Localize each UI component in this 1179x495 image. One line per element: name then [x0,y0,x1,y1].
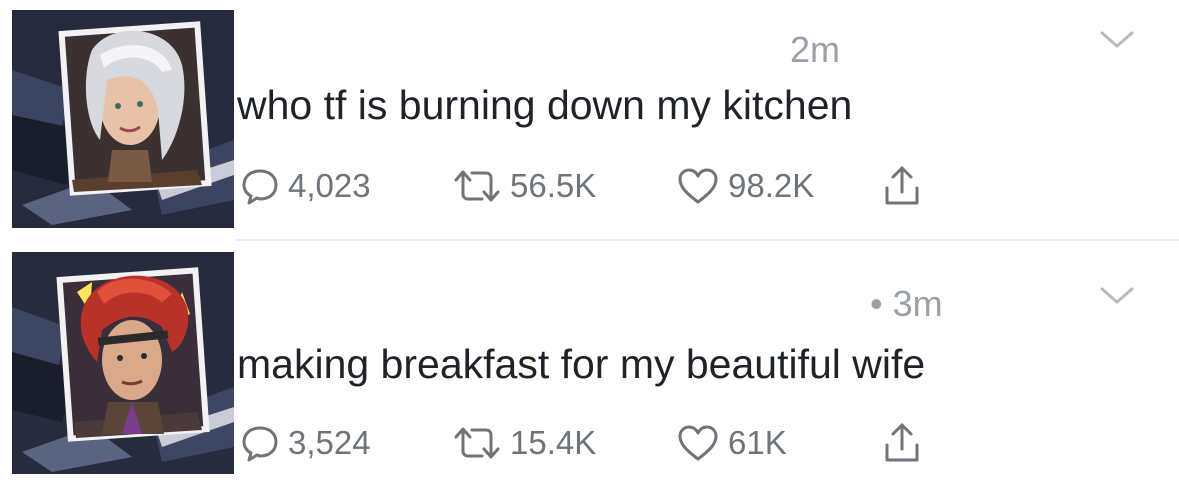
reply-icon [240,423,280,463]
heart-icon [676,423,720,463]
share-icon [882,164,922,208]
tweet-actions: 4,023 56.5K 98.2K [240,161,960,211]
reply-button[interactable]: 3,524 [240,418,371,468]
avatar-image [12,10,234,228]
tweet-timestamp: • 3m [870,283,943,324]
tweet-feed: 2m who tf is burning down my kitchen 4,0… [0,0,1179,495]
share-button[interactable] [882,418,922,468]
avatar[interactable] [12,10,234,228]
retweet-count: 15.4K [510,424,597,461]
tweet-text: making breakfast for my beautiful wife [237,341,926,387]
share-button[interactable] [882,161,922,211]
chevron-down-icon[interactable] [1099,29,1135,51]
heart-icon [676,166,720,206]
like-button[interactable]: 61K [676,418,787,468]
reply-icon [240,166,280,206]
reply-button[interactable]: 4,023 [240,161,371,211]
like-button[interactable]: 98.2K [676,161,814,211]
avatar-image [12,252,234,474]
retweet-icon [452,423,502,463]
retweet-button[interactable]: 15.4K [452,418,596,468]
retweet-count: 56.5K [510,167,597,204]
retweet-icon [452,166,502,206]
reply-count: 4,023 [288,167,371,204]
avatar[interactable] [12,252,234,474]
tweet-text: who tf is burning down my kitchen [237,82,853,128]
like-count: 61K [728,424,787,461]
reply-count: 3,524 [288,424,371,461]
tweet-timestamp: 2m [790,29,841,70]
tweet[interactable]: 2m who tf is burning down my kitchen 4,0… [0,0,1179,241]
retweet-button[interactable]: 56.5K [452,161,596,211]
share-icon [882,421,922,465]
tweet[interactable]: • 3m making breakfast for my beautiful w… [0,240,1179,495]
like-count: 98.2K [728,167,815,204]
tweet-actions: 3,524 15.4K 61K [240,418,960,468]
chevron-down-icon[interactable] [1099,285,1135,307]
